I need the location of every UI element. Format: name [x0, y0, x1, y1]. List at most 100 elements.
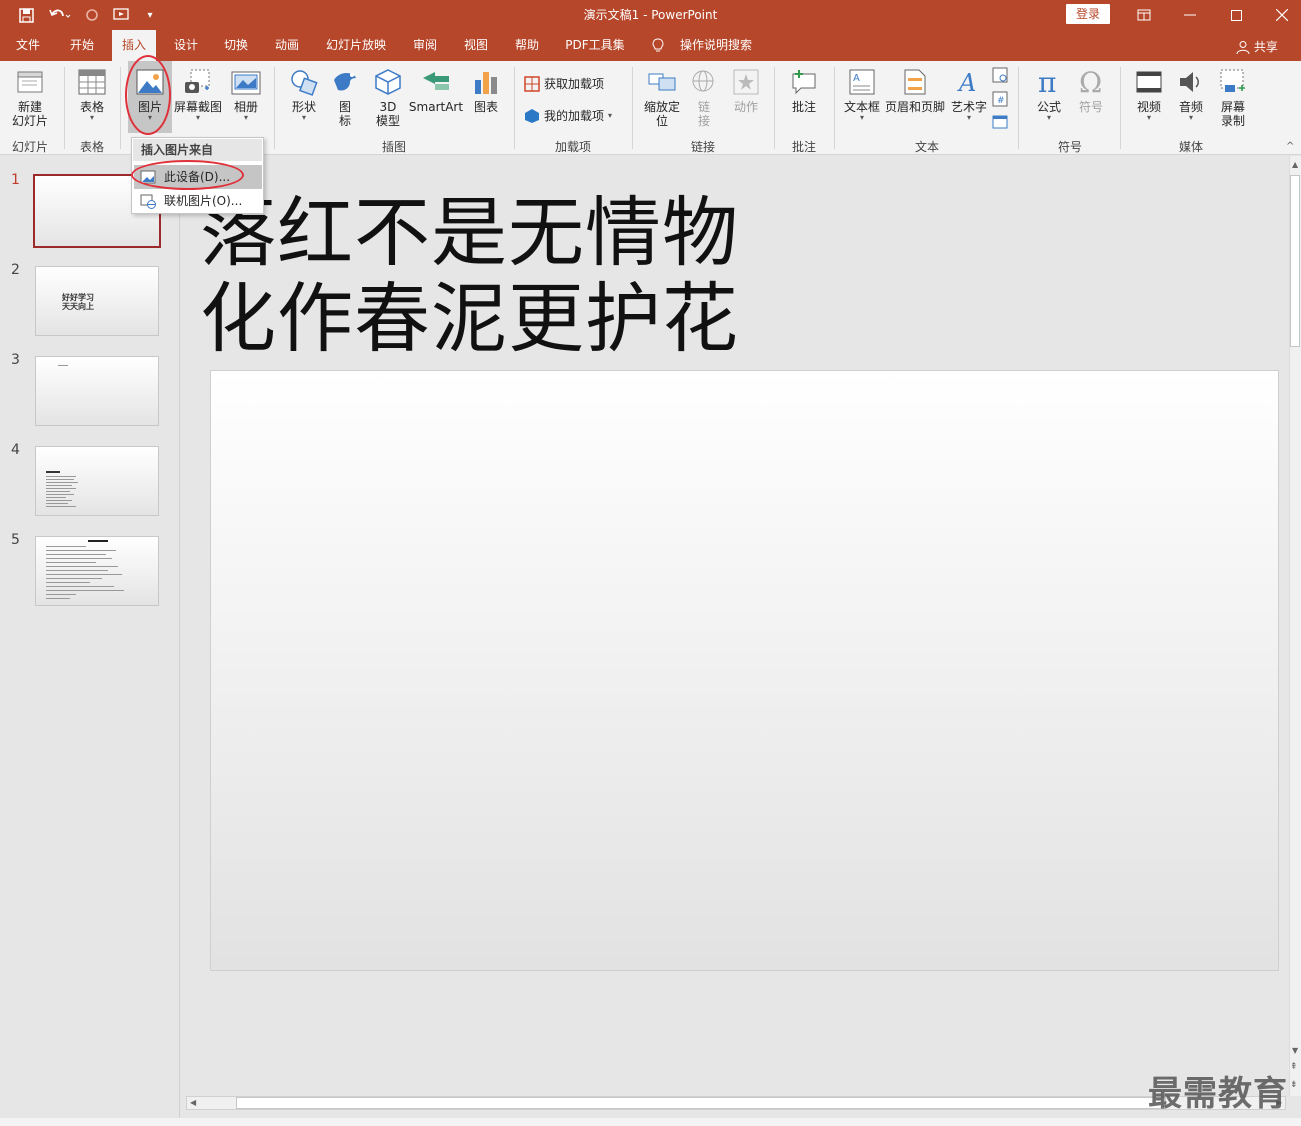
tab-design[interactable]: 设计	[164, 30, 208, 61]
previous-slide-icon[interactable]: ⇞	[1290, 1062, 1298, 1072]
smartart-label: SmartArt	[408, 100, 464, 114]
scroll-left-icon[interactable]: ◀	[190, 1098, 196, 1107]
album-label: 相册	[233, 100, 258, 114]
screenshot-button[interactable]: 屏幕截图 ▾	[172, 61, 224, 122]
scroll-up-icon[interactable]: ▲	[1292, 160, 1298, 169]
3d-models-button[interactable]: 3D 模型	[366, 61, 410, 128]
slide-thumbnail-2[interactable]: 好好学习 天天向上	[35, 266, 159, 336]
slide-number: 5	[11, 532, 20, 548]
chart-button[interactable]: 图表	[466, 61, 506, 114]
zoom-button[interactable]: 缩放定 位	[640, 61, 684, 128]
slide-thumbnail-5[interactable]	[35, 536, 159, 606]
svg-text:A: A	[957, 69, 976, 96]
audio-button[interactable]: 音频 ▾	[1170, 61, 1212, 122]
thumbnail-mini-text	[46, 488, 76, 489]
tell-me-search[interactable]: 操作说明搜索	[672, 30, 760, 61]
my-addins-button[interactable]: 我的加载项 ▾	[524, 107, 612, 124]
maximize-icon[interactable]	[1213, 0, 1259, 30]
video-button[interactable]: 视频 ▾	[1128, 61, 1170, 122]
slide-content-placeholder[interactable]	[210, 370, 1279, 971]
speaker-icon	[1176, 67, 1206, 97]
shapes-label: 形状	[291, 100, 316, 114]
minimize-icon[interactable]	[1167, 0, 1213, 30]
thumbnail-mini-text	[46, 546, 86, 547]
share-button[interactable]: 共享	[1236, 38, 1278, 55]
annotation-ellipse-this-device	[131, 160, 244, 190]
login-button[interactable]: 登录	[1066, 4, 1110, 24]
ribbon-display-options-icon[interactable]	[1121, 0, 1167, 30]
slide-number-icon[interactable]: #	[992, 91, 1010, 107]
tab-view[interactable]: 视图	[454, 30, 498, 61]
tab-file[interactable]: 文件	[6, 30, 50, 61]
thumbnail-mini-text	[46, 506, 76, 507]
shapes-button[interactable]: 形状 ▾	[282, 61, 326, 122]
thumbnail-mini-text	[46, 491, 70, 492]
vertical-scroll-thumb[interactable]	[1290, 175, 1300, 347]
slide-number: 2	[11, 262, 20, 278]
screen-recording-button[interactable]: 屏幕 录制	[1212, 61, 1254, 128]
tab-slideshow[interactable]: 幻灯片放映	[318, 30, 394, 61]
equation-button[interactable]: π 公式 ▾	[1028, 61, 1070, 122]
icons-button[interactable]: 图 标	[328, 61, 362, 128]
pi-icon: π	[1034, 67, 1064, 97]
date-time-icon[interactable]	[992, 115, 1010, 131]
title-bar: ▾ 演示文稿1 - PowerPoint 登录	[0, 0, 1301, 30]
slide-title-placeholder[interactable]: 落红不是无情物 化作春泥更护花	[200, 190, 739, 362]
group-label-symbols: 符号	[1057, 140, 1082, 154]
thumbnail-mini-text	[46, 550, 116, 551]
group-separator	[632, 67, 633, 149]
chevron-down-icon: ▾	[859, 113, 864, 122]
screen-record-icon	[1218, 67, 1248, 97]
table-button[interactable]: 表格 ▾	[70, 61, 114, 122]
group-separator	[1018, 67, 1019, 149]
slide-thumbnail-3[interactable]	[35, 356, 159, 426]
thumbnail-mini-text	[46, 503, 68, 504]
omega-icon: Ω	[1076, 67, 1106, 97]
group-label-links: 链接	[690, 140, 715, 154]
tab-review[interactable]: 审阅	[403, 30, 447, 61]
wordart-button[interactable]: A 艺术字 ▾	[948, 61, 990, 122]
tab-pdf-tools[interactable]: PDF工具集	[558, 30, 632, 61]
watermark-logo: 最需教育	[1148, 1074, 1288, 1114]
dropdown-header: 插入图片来自	[133, 139, 262, 161]
action-button[interactable]: 动作	[726, 61, 766, 114]
symbol-button[interactable]: Ω 符号	[1070, 61, 1112, 114]
icons-label: 图 标	[338, 100, 351, 128]
globe-link-icon	[689, 67, 719, 97]
share-label: 共享	[1253, 40, 1278, 54]
star-action-icon	[731, 67, 761, 97]
comment-button[interactable]: 批注	[782, 61, 826, 114]
tab-animations[interactable]: 动画	[265, 30, 309, 61]
svg-text:π: π	[1038, 68, 1056, 96]
collapse-ribbon-icon[interactable]: ^	[1286, 141, 1294, 152]
zoom-label: 缩放定 位	[643, 100, 680, 128]
object-icon[interactable]	[992, 67, 1010, 83]
smartart-button[interactable]: SmartArt	[408, 61, 464, 114]
status-bar	[0, 1118, 1301, 1126]
textbox-button[interactable]: A 文本框 ▾	[842, 61, 882, 122]
slide-thumbnail-4[interactable]	[35, 446, 159, 516]
thumbnail-mini-text	[46, 582, 90, 583]
bird-icon	[330, 67, 360, 97]
tab-help[interactable]: 帮助	[505, 30, 549, 61]
album-button[interactable]: 相册 ▾	[226, 61, 266, 122]
horizontal-scroll-thumb[interactable]	[236, 1097, 1166, 1109]
store-icon	[524, 75, 540, 92]
close-icon[interactable]	[1259, 0, 1301, 30]
thumbnail-mini-text	[46, 586, 114, 587]
group-separator	[514, 67, 515, 149]
new-slide-button[interactable]: 新建 幻灯片	[4, 61, 56, 128]
person-icon	[1236, 41, 1250, 55]
next-slide-icon[interactable]: ⇟	[1290, 1080, 1298, 1090]
group-label-slides: 幻灯片	[11, 140, 48, 154]
header-footer-button[interactable]: 页眉和页脚	[884, 61, 946, 114]
link-button[interactable]: 链 接	[686, 61, 722, 128]
online-pictures-menu-item[interactable]: 联机图片(O)...	[134, 189, 262, 213]
slide-title-line-2: 化作春泥更护花	[200, 274, 739, 363]
scroll-down-icon[interactable]: ▼	[1292, 1046, 1298, 1055]
tab-home[interactable]: 开始	[60, 30, 104, 61]
get-addins-button[interactable]: 获取加载项	[524, 75, 604, 92]
thumbnail-mini-text	[46, 566, 118, 567]
group-separator	[774, 67, 775, 149]
tab-transitions[interactable]: 切换	[214, 30, 258, 61]
